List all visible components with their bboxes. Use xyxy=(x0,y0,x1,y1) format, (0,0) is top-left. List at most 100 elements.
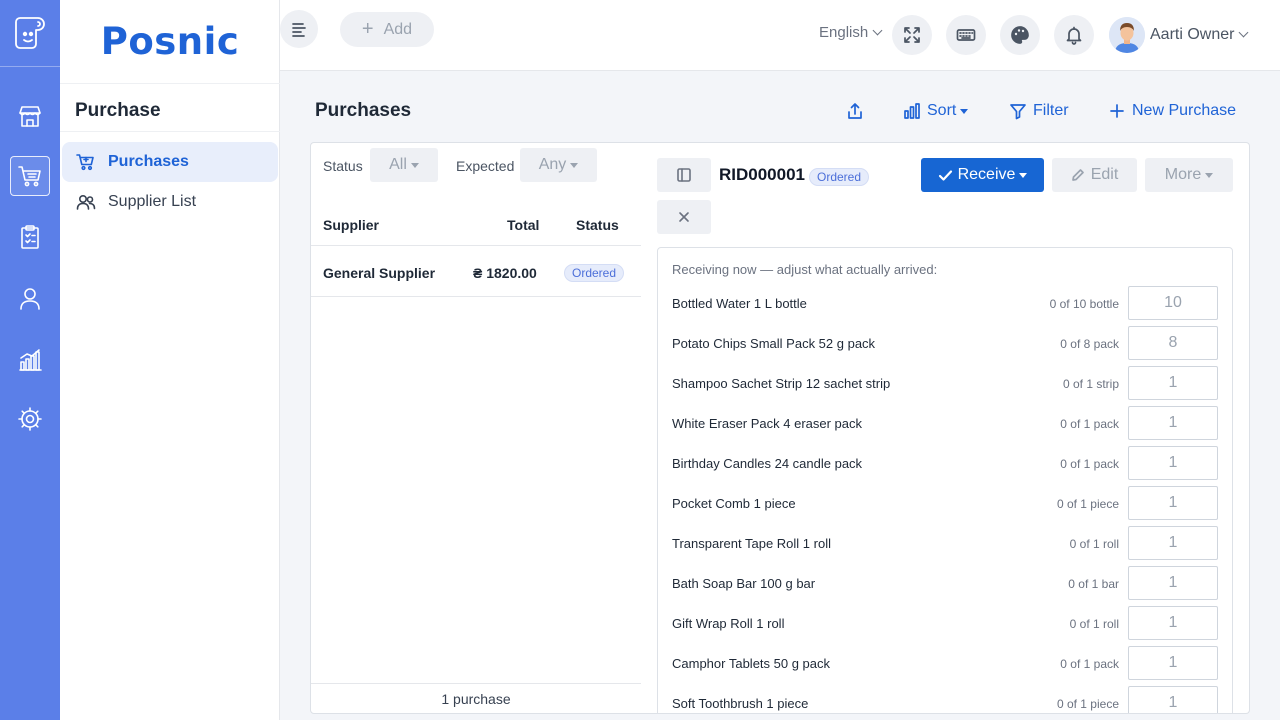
status-filter-select[interactable]: All xyxy=(370,148,438,182)
sub-sidebar: Posnic Purchase Purchases Supplier List xyxy=(60,0,280,720)
receive-note: Receiving now — adjust what actually arr… xyxy=(672,262,938,277)
sidebar-panel-icon xyxy=(677,168,691,182)
item-name: Birthday Candles 24 candle pack xyxy=(672,456,863,471)
notifications-button[interactable] xyxy=(1054,15,1094,55)
status-filter-label: Status xyxy=(323,158,363,174)
item-quantity-input[interactable] xyxy=(1128,446,1218,480)
export-button[interactable] xyxy=(846,100,870,122)
app-logo-icon[interactable] xyxy=(10,12,50,52)
close-button[interactable] xyxy=(657,200,711,234)
column-header-total[interactable]: Total xyxy=(507,217,539,233)
filter-label: Filter xyxy=(1033,102,1069,119)
column-header-supplier[interactable]: Supplier xyxy=(323,217,379,233)
row-divider xyxy=(311,296,641,297)
gear-icon xyxy=(18,407,42,431)
receive-button[interactable]: Receive xyxy=(921,158,1044,192)
item-quantity-input[interactable] xyxy=(1128,366,1218,400)
sidebar-toggle-button[interactable] xyxy=(280,10,318,48)
users-icon xyxy=(76,194,96,210)
store-icon xyxy=(19,106,41,127)
avatar xyxy=(1109,17,1145,53)
expected-filter-value: Any xyxy=(538,156,567,173)
item-name: White Eraser Pack 4 eraser pack xyxy=(672,416,863,431)
expand-icon xyxy=(904,27,920,43)
expected-filter-label: Expected xyxy=(456,158,515,174)
page-title: Purchases xyxy=(315,100,412,121)
sidebar-item-label: Supplier List xyxy=(108,193,197,210)
close-icon xyxy=(679,212,689,222)
row-total: ₴ 1820.00 xyxy=(473,265,537,281)
rail-item-settings[interactable] xyxy=(10,399,50,439)
item-quantity-input[interactable] xyxy=(1128,406,1218,440)
rail-item-user[interactable] xyxy=(10,278,50,318)
keyboard-icon xyxy=(956,29,976,41)
rail-item-reports[interactable] xyxy=(10,339,50,379)
item-received-count: 0 of 1 roll xyxy=(1069,617,1119,631)
rail-item-cart[interactable] xyxy=(10,156,50,196)
column-header-status[interactable]: Status xyxy=(576,217,619,233)
section-divider xyxy=(60,131,280,132)
sort-label: Sort xyxy=(927,102,957,119)
item-quantity-input[interactable] xyxy=(1128,646,1218,680)
user-menu[interactable]: Aarti Owner xyxy=(1109,16,1249,54)
filter-icon xyxy=(1010,104,1026,120)
item-received-count: 0 of 1 pack xyxy=(1060,657,1119,671)
item-quantity-input[interactable] xyxy=(1128,326,1218,360)
language-label: English xyxy=(819,24,869,41)
item-received-count: 0 of 1 roll xyxy=(1069,537,1119,551)
add-button[interactable]: + Add xyxy=(340,12,434,47)
plus-icon: + xyxy=(361,18,374,40)
item-quantity-input[interactable] xyxy=(1128,686,1218,713)
item-name: Shampoo Sachet Strip 12 sachet strip xyxy=(672,376,891,391)
receive-items-box: Receiving now — adjust what actually arr… xyxy=(657,247,1233,713)
item-received-count: 0 of 10 bottle xyxy=(1049,297,1119,311)
row-supplier: General Supplier xyxy=(323,265,436,281)
filter-button[interactable]: Filter xyxy=(1009,100,1069,122)
cart-icon xyxy=(18,166,41,187)
sidebar-item-supplier-list[interactable]: Supplier List xyxy=(62,182,278,222)
more-button[interactable]: More xyxy=(1145,158,1233,192)
item-received-count: 0 of 1 pack xyxy=(1060,457,1119,471)
item-name: Bottled Water 1 L bottle xyxy=(672,296,807,311)
bar-chart-icon xyxy=(904,103,920,119)
language-select[interactable]: English xyxy=(819,24,883,41)
sidebar-item-purchases[interactable]: Purchases xyxy=(62,142,278,182)
item-name: Pocket Comb 1 piece xyxy=(672,496,796,511)
theme-button[interactable] xyxy=(1000,15,1040,55)
caret-down-icon xyxy=(410,162,419,168)
user-icon xyxy=(20,288,40,310)
item-quantity-input[interactable] xyxy=(1128,286,1218,320)
sort-button[interactable]: Sort xyxy=(903,100,969,122)
list-footer-count: 1 purchase xyxy=(311,683,641,714)
item-quantity-input[interactable] xyxy=(1128,566,1218,600)
brand[interactable]: Posnic xyxy=(60,0,280,84)
cart-icon xyxy=(76,154,94,171)
item-quantity-input[interactable] xyxy=(1128,526,1218,560)
bell-icon xyxy=(1066,26,1082,45)
expected-filter-select[interactable]: Any xyxy=(520,148,597,182)
rail-item-clipboard[interactable] xyxy=(10,217,50,257)
item-name: Bath Soap Bar 100 g bar xyxy=(672,576,816,591)
item-name: Potato Chips Small Pack 52 g pack xyxy=(672,336,876,351)
new-purchase-button[interactable]: New Purchase xyxy=(1108,100,1236,122)
align-left-icon xyxy=(292,23,306,37)
item-quantity-input[interactable] xyxy=(1128,486,1218,520)
fullscreen-button[interactable] xyxy=(892,15,932,55)
edit-button[interactable]: Edit xyxy=(1052,158,1137,192)
item-received-count: 0 of 1 bar xyxy=(1068,577,1119,591)
edit-label: Edit xyxy=(1090,166,1119,183)
item-received-count: 0 of 1 piece xyxy=(1056,697,1119,711)
palette-icon xyxy=(1011,26,1029,44)
caret-down-icon xyxy=(1019,172,1028,178)
top-bar: + Add English Aarti Owner xyxy=(280,0,1280,71)
share-icon xyxy=(848,103,862,119)
rail-item-store[interactable] xyxy=(10,96,50,136)
keyboard-shortcuts-button[interactable] xyxy=(946,15,986,55)
purchase-rid: RID000001 xyxy=(719,165,806,184)
item-quantity-input[interactable] xyxy=(1128,606,1218,640)
toggle-list-button[interactable] xyxy=(657,158,711,192)
check-icon xyxy=(938,169,952,181)
plus-icon xyxy=(1110,104,1124,118)
new-purchase-label: New Purchase xyxy=(1132,102,1237,119)
item-received-count: 0 of 1 piece xyxy=(1056,497,1119,511)
